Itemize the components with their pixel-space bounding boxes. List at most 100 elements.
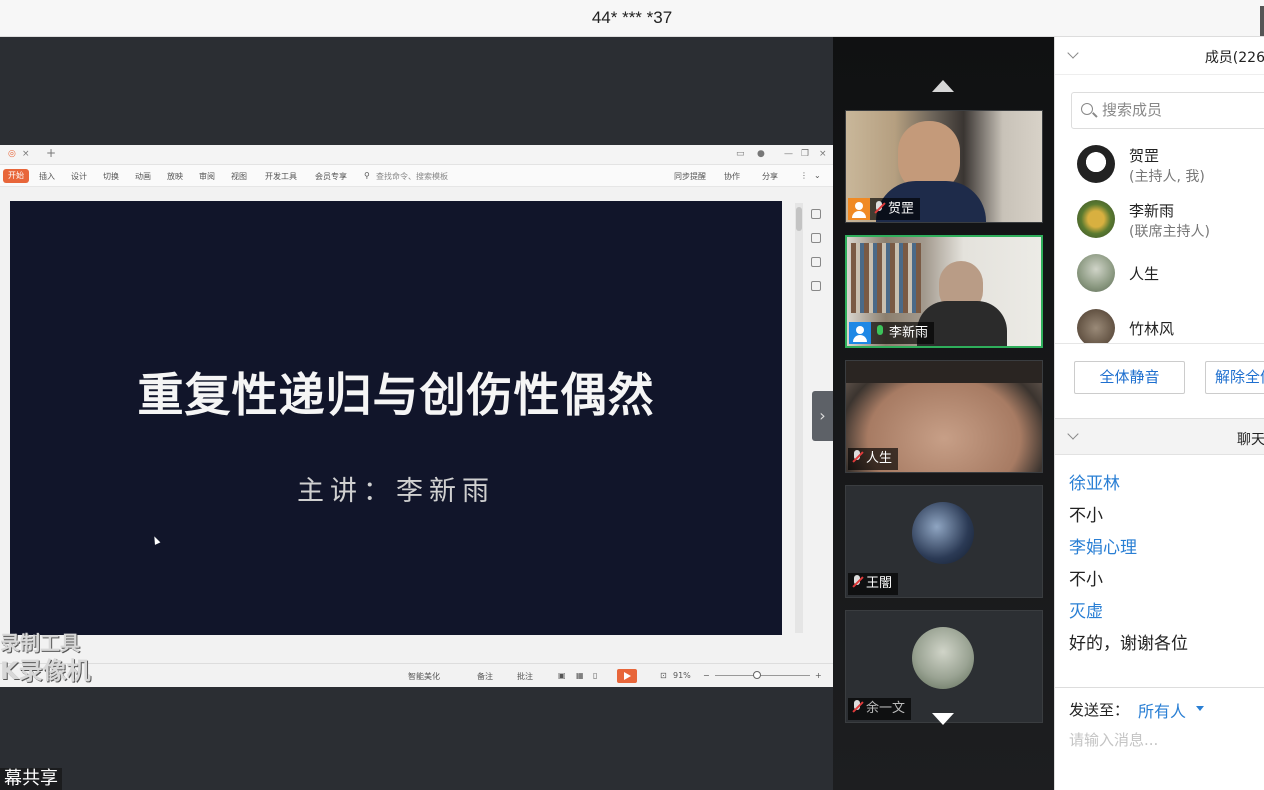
zoom-level: 91% (673, 671, 691, 680)
zoom-in-icon[interactable]: + (815, 671, 822, 680)
chat-header[interactable]: 聊天 (1055, 418, 1264, 455)
side-panel: 成员(226 搜索成员 贺罡 (主持人, 我) 李新雨 (联席主持人) 人生 竹… (1054, 37, 1264, 790)
chat-message: 不小 (1069, 570, 1103, 590)
ribbon-tab-animation[interactable]: 动画 (135, 171, 151, 182)
properties-icon[interactable] (811, 209, 821, 219)
video-tile-label: 贺罡 (848, 198, 921, 220)
slide-subtitle: 主讲：李新雨 (297, 476, 495, 507)
pin-icon[interactable] (811, 233, 821, 243)
sync-reminder-button[interactable]: 同步提醒 (674, 171, 706, 182)
side-toolbar (811, 209, 825, 305)
ribbon-tab-design[interactable]: 设计 (71, 171, 87, 182)
chevron-down-icon[interactable] (1067, 47, 1079, 59)
chevron-down-icon[interactable] (1067, 428, 1079, 440)
participant-name: 余一文 (866, 701, 906, 716)
share-button[interactable]: 分享 (762, 171, 778, 182)
video-tile[interactable]: 余一文 (845, 610, 1043, 723)
scroll-down-arrow-icon[interactable] (932, 713, 954, 725)
chat-sender: 灭虚 (1069, 602, 1103, 622)
smart-beautify-button[interactable]: 智能美化 (408, 671, 440, 682)
video-tile-label: 人生 (848, 448, 899, 470)
members-header[interactable]: 成员(226 (1055, 37, 1264, 75)
screen-share-label: 幕共享 (0, 768, 62, 790)
comments-button[interactable]: 批注 (517, 671, 533, 682)
reading-view-icon[interactable]: ▯ (593, 671, 597, 680)
video-tile-active-speaker[interactable]: 李新雨 (845, 235, 1043, 348)
notes-button[interactable]: 备注 (477, 671, 493, 682)
member-avatar (1077, 200, 1115, 238)
mute-all-button[interactable]: 全体静音 (1074, 361, 1185, 394)
window-control[interactable] (1260, 6, 1264, 36)
slide-canvas[interactable]: 重复性递归与创伤性偶然 主讲：李新雨 (10, 201, 782, 635)
video-tile[interactable]: 贺罡 (845, 110, 1043, 223)
ribbon-tab-view[interactable]: 视图 (231, 171, 247, 182)
play-slideshow-button[interactable] (617, 669, 637, 683)
minimize-icon[interactable]: — (784, 149, 793, 159)
layout-icon[interactable]: ▭ (736, 149, 745, 159)
command-search-input[interactable]: 查找命令、搜索模板 (376, 171, 448, 182)
member-item[interactable]: 李新雨 (联席主持人) (1077, 196, 1264, 246)
new-tab-icon[interactable]: + (46, 146, 56, 160)
ribbon-tab-member[interactable]: 会员专享 (315, 171, 347, 182)
wps-ribbon: 开始 插入 设计 切换 动画 放映 审阅 视图 开发工具 会员专享 ⚲ 查找命令… (0, 165, 833, 187)
zoom-out-icon[interactable]: − (703, 671, 710, 680)
chat-compose-area: 发送至： 所有人 请输入消息... (1055, 687, 1264, 790)
expand-video-panel-button[interactable]: › (812, 391, 833, 441)
member-avatar (1077, 145, 1115, 183)
video-tile-label: 李新雨 (849, 322, 935, 344)
ribbon-tab-review[interactable]: 审阅 (199, 171, 215, 182)
normal-view-icon[interactable]: ▣ (558, 671, 566, 680)
participant-name: 王闇 (866, 576, 893, 591)
member-item[interactable]: 竹林风 (1077, 305, 1264, 343)
more-icon[interactable]: ⋮ (800, 171, 808, 180)
member-item[interactable]: 人生 (1077, 250, 1264, 300)
member-search-input[interactable]: 搜索成员 (1071, 92, 1264, 129)
wps-tab-bar: ◎ × + ▭ ● — ❐ × (0, 145, 833, 165)
help-icon[interactable] (811, 281, 821, 291)
participant-name: 贺罡 (888, 201, 915, 217)
participant-name: 李新雨 (889, 325, 929, 341)
slides-icon[interactable] (811, 257, 821, 267)
member-avatar (1077, 254, 1115, 292)
fit-window-icon[interactable]: ⊡ (660, 671, 667, 680)
participant-icon (849, 322, 871, 344)
unmute-all-button[interactable]: 解除全体静音 (1205, 361, 1264, 394)
send-to-label: 发送至： (1069, 701, 1130, 719)
mic-muted-icon (852, 575, 862, 589)
bookshelf (851, 243, 921, 313)
chat-sender: 李娟心理 (1069, 538, 1137, 558)
user-avatar-icon[interactable]: ● (757, 149, 765, 159)
command-search-icon[interactable]: ⚲ (364, 171, 370, 180)
restore-icon[interactable]: ❐ (801, 149, 809, 159)
doc-tab-icon[interactable]: ◎ (8, 149, 16, 159)
member-name: 贺罡 (1129, 147, 1160, 165)
video-tile[interactable]: 人生 (845, 360, 1043, 473)
chat-message-input[interactable]: 请输入消息... (1069, 729, 1158, 750)
member-item[interactable]: 贺罡 (主持人, 我) (1077, 141, 1264, 191)
ribbon-tab-developer[interactable]: 开发工具 (265, 171, 297, 182)
scroll-up-arrow-icon[interactable] (932, 80, 954, 92)
participant-avatar (912, 627, 974, 689)
zoom-slider-knob[interactable] (753, 671, 761, 679)
slide-scrollbar[interactable] (795, 203, 803, 633)
ribbon-tab-slideshow[interactable]: 放映 (167, 171, 183, 182)
ribbon-tab-transition[interactable]: 切换 (103, 171, 119, 182)
scrollbar-thumb[interactable] (796, 207, 802, 231)
mouse-cursor-icon (151, 535, 161, 545)
video-tile[interactable]: 王闇 (845, 485, 1043, 598)
close-tab-icon[interactable]: × (22, 149, 30, 159)
screen-share-area: ◎ × + ▭ ● — ❐ × 开始 插入 设计 切换 动画 放映 审阅 视图 … (0, 37, 833, 790)
sorter-view-icon[interactable]: ▦ (576, 671, 584, 680)
dropdown-caret-icon[interactable] (1196, 706, 1204, 711)
close-window-icon[interactable]: × (819, 149, 827, 159)
send-to-dropdown[interactable]: 所有人 (1138, 698, 1186, 722)
collaborate-button[interactable]: 协作 (724, 171, 740, 182)
collapse-ribbon-icon[interactable]: ⌄ (814, 171, 821, 180)
participant-icon (848, 198, 870, 220)
ribbon-tab-insert[interactable]: 插入 (39, 171, 55, 182)
member-search-placeholder: 搜索成员 (1102, 101, 1163, 119)
ribbon-tab-start[interactable]: 开始 (3, 169, 29, 183)
video-tile-label: 余一文 (848, 698, 912, 720)
zoom-slider[interactable] (715, 675, 810, 676)
member-name: 人生 (1129, 265, 1160, 283)
